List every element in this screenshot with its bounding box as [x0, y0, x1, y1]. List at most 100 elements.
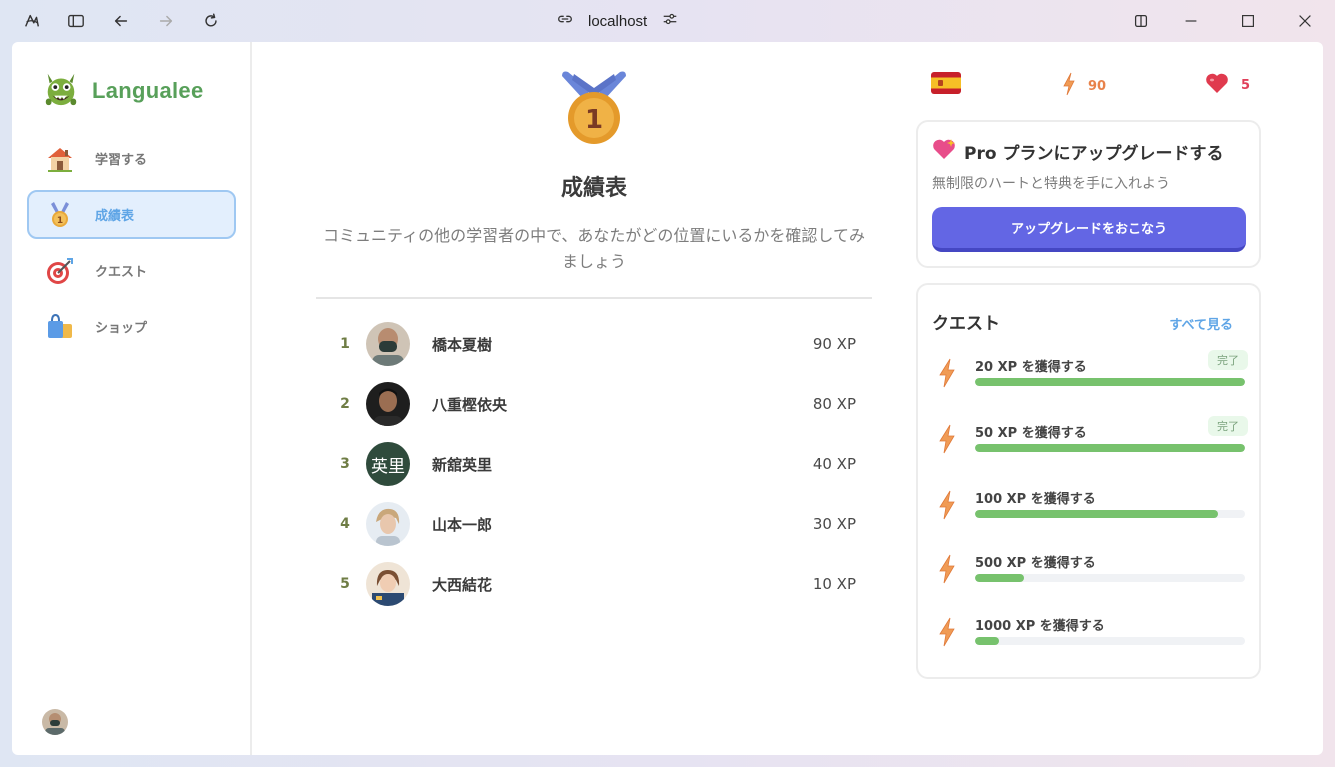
leaderboard-row[interactable]: 4 山本一郎 30 XP	[316, 494, 872, 554]
maximize-icon[interactable]	[1237, 10, 1259, 32]
user-name: 橋本夏樹	[432, 335, 493, 354]
sparkle-heart-icon	[932, 138, 956, 165]
pro-title: Pro プランにアップグレードする	[932, 138, 1223, 165]
sidebar-item-learn[interactable]: 学習する	[27, 134, 236, 183]
right-column: 90 5 Pro プランにアップグレードする 無制限のハートと特典を手に入れよう…	[916, 42, 1262, 755]
site-settings-icon[interactable]	[661, 10, 679, 32]
rank-number: 5	[340, 576, 350, 592]
target-icon	[45, 256, 75, 286]
leaderboard-main: 1 成績表 コミュニティの他の学習者の中で、あなたがどの位置にいるかを確認してみ…	[316, 42, 872, 755]
lightning-icon	[938, 358, 956, 392]
browser-titlebar: localhost	[0, 0, 1335, 42]
avatar	[366, 322, 410, 366]
progress-fill	[975, 510, 1218, 518]
sidebar-item-quests[interactable]: クエスト	[27, 246, 236, 295]
language-selector[interactable]	[931, 72, 961, 98]
progress-track	[975, 574, 1245, 582]
close-icon[interactable]	[1294, 10, 1316, 32]
user-name: 山本一郎	[432, 515, 493, 534]
divider	[316, 297, 872, 299]
progress-fill	[975, 378, 1245, 386]
shopping-bag-icon	[45, 312, 75, 342]
rank-number: 1	[340, 336, 350, 352]
medal-icon: 1	[560, 70, 628, 150]
quests-title: クエスト	[932, 314, 1000, 334]
user-name: 大西結花	[432, 575, 493, 594]
page-subtitle: コミュニティの他の学習者の中で、あなたがどの位置にいるかを確認してみましょう	[323, 226, 865, 271]
progress-track	[975, 637, 1245, 645]
medal-icon: 1	[45, 200, 75, 230]
avatar: 英里	[366, 442, 410, 486]
avatar	[366, 562, 410, 606]
hearts-counter[interactable]: 5	[1205, 72, 1250, 98]
forward-icon[interactable]	[155, 10, 177, 32]
rank-number: 3	[340, 456, 350, 472]
sidebar-nav: 学習する 1 成績表 クエスト ショップ	[27, 134, 236, 358]
hearts-count: 5	[1241, 77, 1251, 93]
quest-label: 50 XP を獲得する	[975, 426, 1087, 441]
progress-track	[975, 444, 1245, 452]
brand[interactable]: Langualee	[42, 70, 204, 112]
user-name: 八重樫依央	[432, 395, 508, 414]
svg-text:1: 1	[57, 216, 63, 226]
sidebar-item-label: 成績表	[95, 209, 135, 224]
sidebar-item-shop[interactable]: ショップ	[27, 302, 236, 351]
user-avatar[interactable]	[42, 709, 68, 735]
spain-flag-icon	[931, 72, 961, 98]
quest-item: 1000 XP を獲得する	[932, 615, 1248, 665]
browser-logo-icon[interactable]	[21, 10, 43, 32]
user-xp: 10 XP	[812, 575, 856, 593]
pro-title-text: Pro プランにアップグレードする	[964, 144, 1224, 164]
view-all-link[interactable]: すべて見る	[1169, 314, 1233, 333]
progress-fill	[975, 444, 1245, 452]
back-icon[interactable]	[110, 10, 132, 32]
user-xp: 40 XP	[812, 455, 856, 473]
lightning-icon	[938, 424, 956, 458]
progress-track	[975, 510, 1245, 518]
sidebar-item-label: ショップ	[95, 321, 148, 336]
leaderboard-row[interactable]: 2 八重樫依央 80 XP	[316, 374, 872, 434]
leaderboard-row[interactable]: 1 橋本夏樹 90 XP	[316, 314, 872, 374]
leaderboard-row[interactable]: 5 大西結花 10 XP	[316, 554, 872, 614]
quest-label: 100 XP を獲得する	[975, 492, 1096, 507]
user-xp: 80 XP	[812, 395, 856, 413]
status-badge: 完了	[1208, 416, 1248, 436]
sidebar: Langualee 学習する 1 成績表 クエスト ショップ	[12, 42, 252, 755]
lightning-icon	[938, 554, 956, 588]
leaderboard-list: 1 橋本夏樹 90 XP 2 八重樫依央 80 XP 3 英里 新舘英里 40 …	[316, 314, 872, 614]
user-xp: 30 XP	[812, 515, 856, 533]
page-viewport: Langualee 学習する 1 成績表 クエスト ショップ 1 成績表 コミュ…	[12, 42, 1323, 755]
address-bar[interactable]: localhost	[556, 9, 679, 33]
split-view-icon[interactable]	[1130, 10, 1152, 32]
pro-subtitle: 無制限のハートと特典を手に入れよう	[932, 176, 1170, 192]
quest-item: 500 XP を獲得する	[932, 552, 1248, 602]
quest-item: 50 XP を獲得する 完了	[932, 416, 1248, 472]
sidebar-item-leaderboard[interactable]: 1 成績表	[27, 190, 236, 239]
quests-card: クエスト すべて見る 20 XP を獲得する 完了 50 XP を獲得する 完了…	[916, 283, 1261, 679]
progress-track	[975, 378, 1245, 386]
xp-counter[interactable]: 90	[1062, 72, 1106, 100]
progress-fill	[975, 637, 1000, 645]
rank-number: 4	[340, 516, 350, 532]
user-name: 新舘英里	[432, 455, 493, 474]
leaderboard-row[interactable]: 3 英里 新舘英里 40 XP	[316, 434, 872, 494]
sidebar-toggle-icon[interactable]	[65, 10, 87, 32]
brand-title: Langualee	[92, 78, 204, 103]
lightning-icon	[1062, 72, 1076, 100]
quest-label: 1000 XP を獲得する	[975, 619, 1105, 634]
mascot-logo-icon	[42, 70, 80, 112]
avatar	[366, 382, 410, 426]
page-title: 成績表	[560, 176, 627, 201]
status-badge: 完了	[1208, 350, 1248, 370]
avatar	[366, 502, 410, 546]
reload-icon[interactable]	[200, 10, 222, 32]
quest-item: 100 XP を獲得する	[932, 488, 1248, 538]
minimize-icon[interactable]	[1180, 10, 1202, 32]
progress-fill	[975, 574, 1024, 582]
link-icon	[556, 10, 574, 32]
lightning-icon	[938, 617, 956, 651]
upgrade-button[interactable]: アップグレードをおこなう	[932, 207, 1246, 252]
rank-number: 2	[340, 396, 350, 412]
sidebar-item-label: クエスト	[95, 265, 148, 280]
user-stats: 90 5	[916, 70, 1262, 100]
